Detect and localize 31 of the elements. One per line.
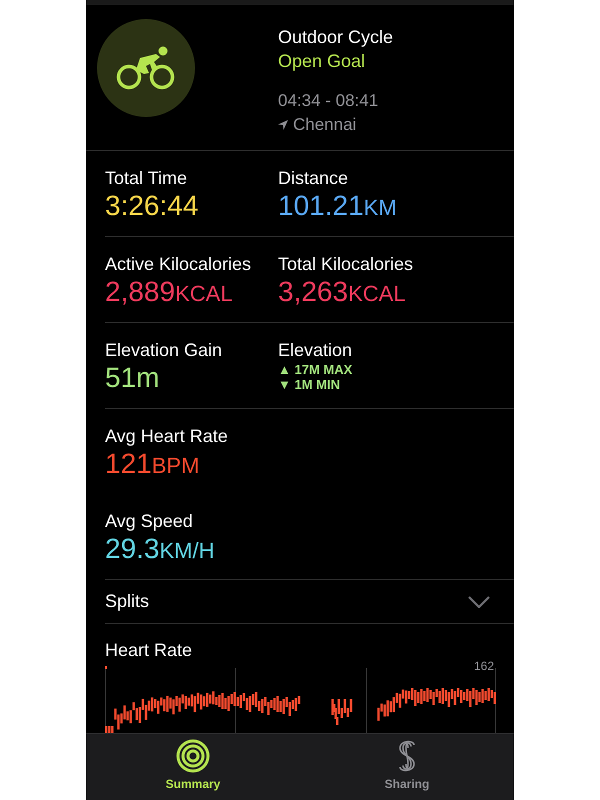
time-range: 04:34 - 08:41 bbox=[278, 90, 380, 112]
workout-title: Outdoor Cycle bbox=[278, 26, 394, 49]
metric-value: 101.21KM bbox=[278, 189, 398, 223]
metric-label: Avg Speed bbox=[105, 510, 194, 532]
rings-icon bbox=[176, 739, 210, 773]
metric-label: Active Kilocalories bbox=[105, 253, 252, 275]
metric-label: Total Time bbox=[105, 167, 188, 189]
splits-label: Splits bbox=[105, 591, 150, 612]
metric-value: 51m bbox=[105, 361, 160, 395]
metric-label: Avg Heart Rate bbox=[105, 425, 229, 447]
metric-label: Elevation bbox=[278, 339, 354, 361]
metric-value: 29.3KM/H bbox=[105, 532, 216, 566]
elevation-reading: ▲ 17M MAX bbox=[278, 362, 354, 377]
metric-label: Distance bbox=[278, 167, 350, 189]
metric-value: 121BPM bbox=[105, 447, 200, 481]
location-label: Chennai bbox=[293, 114, 356, 136]
metric-value: 2,889KCAL bbox=[105, 275, 234, 309]
sharing-icon bbox=[396, 739, 418, 773]
tab-button[interactable]: Summary bbox=[86, 734, 300, 800]
cyclist-icon bbox=[116, 46, 176, 90]
metric-label: Elevation Gain bbox=[105, 339, 224, 361]
chevron-icon[interactable] bbox=[468, 596, 490, 608]
tab-button[interactable]: Sharing bbox=[300, 734, 514, 800]
chart-title: Heart Rate bbox=[105, 639, 194, 660]
goal-label: Open Goal bbox=[278, 50, 366, 73]
axis-label: 162 bbox=[474, 659, 494, 673]
metric-value: 3,263KCAL bbox=[278, 275, 407, 309]
metric-label: Total Kilocalories bbox=[278, 253, 414, 275]
elevation-reading: ▼ 1M MIN bbox=[278, 377, 341, 392]
location-arrow-icon bbox=[278, 120, 288, 130]
metric-value: 3:26:44 bbox=[105, 189, 200, 223]
